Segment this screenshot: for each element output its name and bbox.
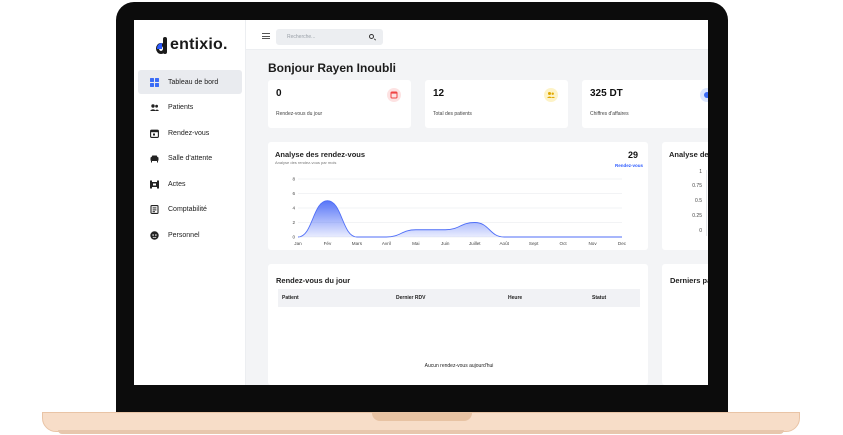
x-tick-label: Juin [441, 241, 450, 246]
side-chart-card: Analyse de 1 0.75 0.5 0.25 0 [662, 142, 708, 250]
column-header-status[interactable]: Statut [592, 295, 606, 301]
side-chart-tick: 0 [699, 228, 702, 234]
side-chart-title: Analyse de [669, 150, 708, 159]
side-chart-tick: 0.75 [692, 183, 702, 189]
panel-title: Derniers pa [670, 276, 708, 285]
sidebar: entixio. Tableau de bord Patients Rendez… [134, 20, 246, 385]
search-input[interactable]: Recherche... [276, 29, 383, 45]
x-tick-label: Oct [560, 241, 568, 246]
sidebar-item-label: Salle d'attente [168, 155, 213, 162]
page-title: Bonjour Rayen Inoubli [268, 61, 396, 75]
sidebar-item-label: Actes [168, 180, 186, 188]
stat-label: Rendez-vous du jour [276, 111, 323, 117]
staff-icon [150, 230, 159, 240]
sidebar-item-appointments[interactable]: Rendez-vous [138, 121, 242, 145]
sidebar-item-accounting[interactable]: Comptabilité [138, 198, 242, 222]
x-tick-label: Sept [529, 241, 539, 246]
x-tick-label: Mars [352, 241, 363, 246]
y-tick-label: 2 [292, 220, 295, 225]
stat-card-revenue[interactable]: 325 DT Chiffres d'affaires [582, 80, 708, 128]
app-screen: entixio. Tableau de bord Patients Rendez… [134, 20, 708, 385]
y-tick-label: 0 [292, 235, 295, 240]
stat-value: 0 [276, 88, 282, 99]
main-content: Recherche... Bonjour Rayen Inoubli 0 Ren… [246, 20, 708, 385]
sidebar-item-dashboard[interactable]: Tableau de bord [138, 70, 242, 94]
laptop-chin [116, 385, 728, 413]
dashboard-icon [150, 77, 159, 87]
sidebar-item-staff[interactable]: Personnel [138, 223, 242, 247]
empty-state-message: Aucun rendez-vous aujourd'hui [424, 363, 494, 369]
menu-icon[interactable] [262, 33, 270, 39]
x-tick-label: Jan [294, 241, 302, 246]
today-appointments-card: Rendez-vous du jour Patient Dernier RDV … [268, 264, 648, 385]
stat-card-appointments-today[interactable]: 0 Rendez-vous du jour [268, 80, 411, 128]
x-tick-label: Dec [618, 241, 627, 246]
users-icon [544, 88, 558, 102]
x-tick-label: Nov [588, 241, 597, 246]
sidebar-item-label: Comptabilité [168, 206, 207, 213]
procedure-icon [150, 180, 159, 189]
stat-card-total-patients[interactable]: 12 Total des patients [425, 80, 568, 128]
brand-name: entixio. [170, 36, 228, 53]
x-tick-label: Avril [382, 241, 391, 246]
sidebar-item-label: Rendez-vous [168, 129, 210, 137]
search-icon[interactable] [369, 34, 374, 39]
y-tick-label: 8 [292, 177, 295, 182]
appointments-area-chart: 0 2 4 6 8 Jan Fév Mars Avril Mai Juin Juillet Août Se… [292, 177, 627, 246]
sidebar-item-label: Personnel [168, 231, 200, 239]
column-header-last-appointment[interactable]: Dernier RDV [396, 295, 425, 301]
side-chart-axis [706, 170, 707, 236]
top-bar: Recherche... [246, 20, 708, 50]
ledger-icon [150, 205, 159, 214]
stat-value: 12 [433, 88, 445, 99]
column-header-patient[interactable]: Patient [282, 295, 299, 301]
stat-value: 325 DT [590, 88, 623, 99]
x-tick-label: Juillet [469, 241, 481, 246]
last-patients-card: Derniers pa [662, 264, 708, 385]
table-header: Patient Dernier RDV Heure Statut [278, 289, 640, 307]
sidebar-item-label: Patients [168, 104, 194, 111]
column-header-time[interactable]: Heure [508, 295, 522, 301]
users-icon [150, 103, 159, 112]
x-tick-label: Fév [324, 241, 332, 246]
calendar-icon [150, 129, 159, 138]
y-tick-label: 6 [292, 191, 295, 196]
x-tick-label: Mai [412, 241, 419, 246]
series-area [298, 200, 622, 237]
side-chart-tick: 0.5 [695, 198, 702, 204]
sidebar-item-label: Tableau de bord [168, 78, 219, 86]
x-tick-label: Août [499, 241, 509, 246]
sidebar-item-procedures[interactable]: Actes [138, 172, 242, 196]
laptop-base-shadow [58, 430, 784, 434]
calendar-icon [387, 88, 401, 102]
sidebar-nav: Tableau de bord Patients Rendez-vous Sal… [138, 70, 242, 249]
stat-label: Chiffres d'affaires [590, 111, 629, 117]
side-chart-tick: 1 [699, 169, 702, 175]
money-icon [700, 88, 708, 102]
sidebar-item-patients[interactable]: Patients [138, 96, 242, 120]
stat-label: Total des patients [433, 111, 472, 117]
laptop-notch [372, 412, 472, 421]
sofa-icon [150, 154, 159, 163]
logo-icon [156, 36, 169, 54]
y-tick-label: 4 [292, 206, 295, 211]
appointments-chart-card: Analyse des rendez-vous Analyse des rend… [268, 142, 648, 250]
brand-logo[interactable]: entixio. [156, 36, 228, 54]
side-chart-tick: 0.25 [692, 213, 702, 219]
search-placeholder: Recherche... [287, 34, 316, 40]
table-title: Rendez-vous du jour [276, 276, 351, 285]
sidebar-item-waiting-room[interactable]: Salle d'attente [138, 147, 242, 171]
